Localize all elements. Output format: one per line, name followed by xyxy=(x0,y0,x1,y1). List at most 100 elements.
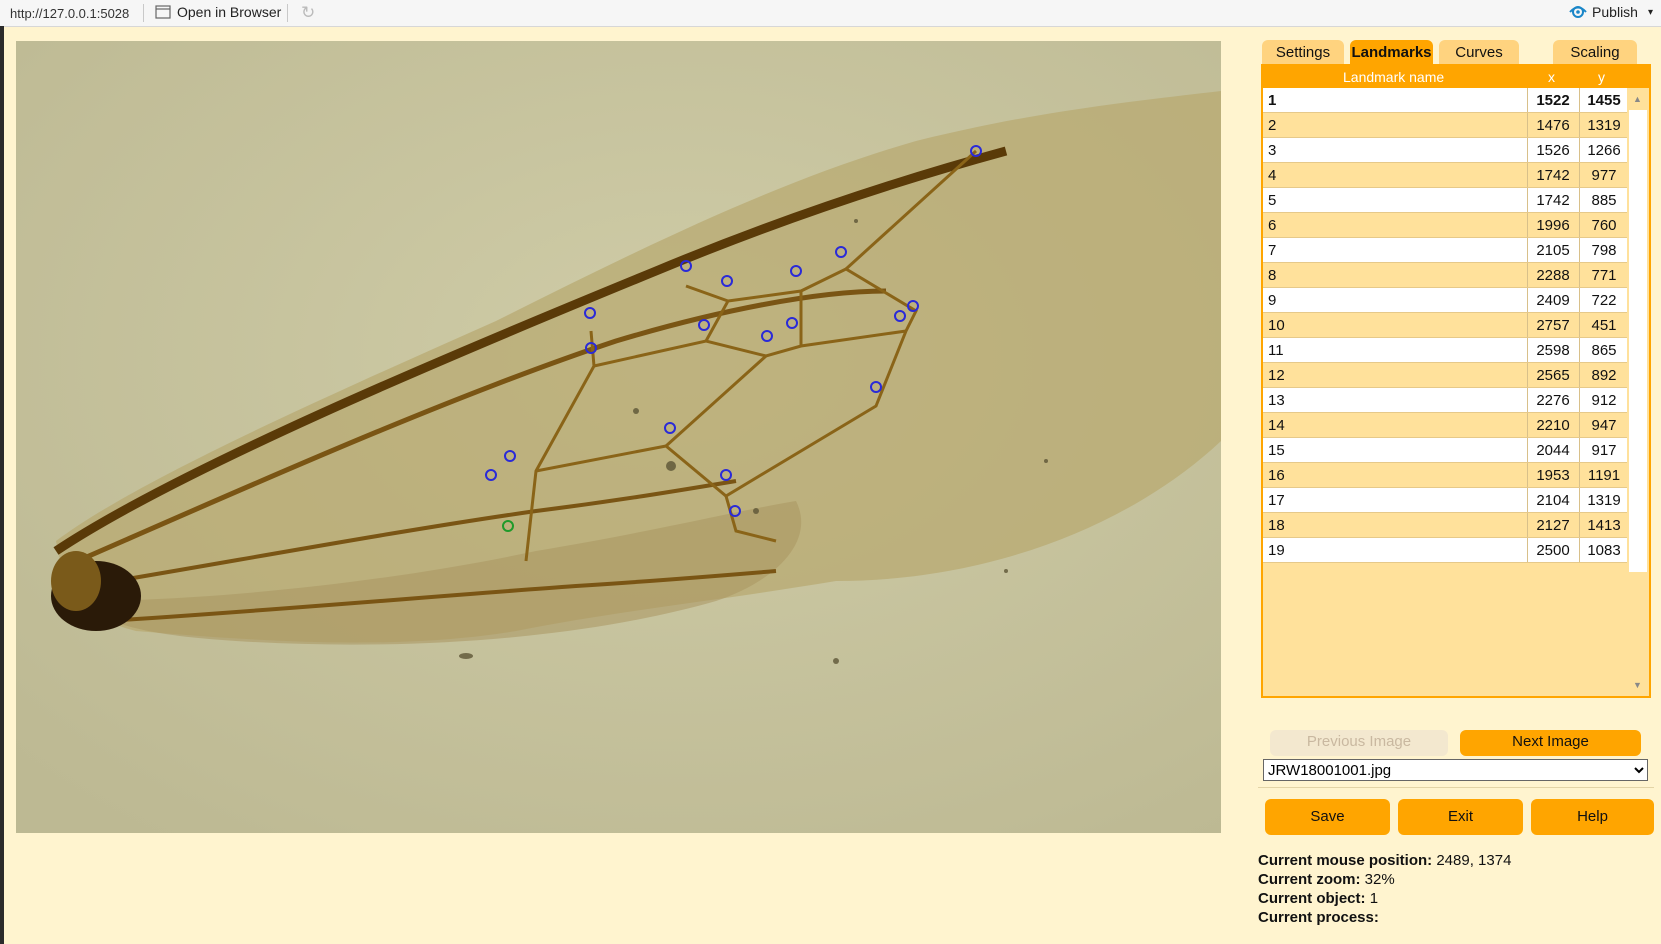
landmark-x-cell[interactable]: 2210 xyxy=(1532,417,1574,434)
tab-settings[interactable]: Settings xyxy=(1262,40,1344,64)
landmark-x-cell[interactable]: 1996 xyxy=(1532,217,1574,234)
landmark-x-cell[interactable]: 2276 xyxy=(1532,392,1574,409)
table-row[interactable]: 1 1522 1455 xyxy=(1263,88,1627,113)
landmark-name-cell[interactable]: 15 xyxy=(1268,442,1285,459)
landmark-name-cell[interactable]: 7 xyxy=(1268,242,1276,259)
image-canvas[interactable] xyxy=(16,41,1221,833)
landmark-y-cell[interactable]: 1083 xyxy=(1581,542,1627,559)
landmark-name-cell[interactable]: 4 xyxy=(1268,167,1276,184)
scroll-down-icon[interactable]: ▼ xyxy=(1633,680,1642,690)
table-row[interactable]: 11 2598 865 xyxy=(1263,338,1627,363)
table-row[interactable]: 13 2276 912 xyxy=(1263,388,1627,413)
image-file-select[interactable]: JRW18001001.jpg xyxy=(1263,759,1648,781)
wing-image[interactable] xyxy=(16,41,1221,833)
landmark-name-cell[interactable]: 11 xyxy=(1268,342,1284,359)
table-row[interactable]: 2 1476 1319 xyxy=(1263,113,1627,138)
landmark-x-cell[interactable]: 1742 xyxy=(1532,192,1574,209)
landmark-y-cell[interactable]: 865 xyxy=(1581,342,1627,359)
landmark-name-cell[interactable]: 9 xyxy=(1268,292,1276,309)
landmark-name-cell[interactable]: 10 xyxy=(1268,317,1285,334)
landmark-y-cell[interactable]: 947 xyxy=(1581,417,1627,434)
landmark-name-cell[interactable]: 3 xyxy=(1268,142,1276,159)
table-row[interactable]: 6 1996 760 xyxy=(1263,213,1627,238)
table-row[interactable]: 18 2127 1413 xyxy=(1263,513,1627,538)
landmark-y-cell[interactable]: 917 xyxy=(1581,442,1627,459)
landmark-name-cell[interactable]: 13 xyxy=(1268,392,1285,409)
landmark-x-cell[interactable]: 1476 xyxy=(1532,117,1574,134)
refresh-icon[interactable]: ↻ xyxy=(301,3,315,23)
exit-button[interactable]: Exit xyxy=(1398,799,1523,835)
table-row[interactable]: 15 2044 917 xyxy=(1263,438,1627,463)
landmark-name-cell[interactable]: 16 xyxy=(1268,467,1285,484)
landmark-name-cell[interactable]: 14 xyxy=(1268,417,1285,434)
landmark-y-cell[interactable]: 798 xyxy=(1581,242,1627,259)
landmark-y-cell[interactable]: 1319 xyxy=(1581,117,1627,134)
table-row[interactable]: 17 2104 1319 xyxy=(1263,488,1627,513)
landmark-x-cell[interactable]: 1526 xyxy=(1532,142,1574,159)
landmark-y-cell[interactable]: 1191 xyxy=(1581,467,1627,484)
table-row[interactable]: 8 2288 771 xyxy=(1263,263,1627,288)
cell-divider xyxy=(1527,88,1528,112)
landmark-y-cell[interactable]: 1455 xyxy=(1581,92,1627,109)
landmark-name-cell[interactable]: 17 xyxy=(1268,492,1285,509)
open-in-browser-button[interactable]: Open in Browser xyxy=(155,4,281,20)
landmark-x-cell[interactable]: 2598 xyxy=(1532,342,1574,359)
landmark-x-cell[interactable]: 1953 xyxy=(1532,467,1574,484)
landmark-name-cell[interactable]: 8 xyxy=(1268,267,1276,284)
cell-divider xyxy=(1527,413,1528,437)
landmark-x-cell[interactable]: 2409 xyxy=(1532,292,1574,309)
table-row[interactable]: 16 1953 1191 xyxy=(1263,463,1627,488)
tab-curves[interactable]: Curves xyxy=(1439,40,1519,64)
landmark-x-cell[interactable]: 2565 xyxy=(1532,367,1574,384)
table-row[interactable]: 3 1526 1266 xyxy=(1263,138,1627,163)
help-button[interactable]: Help xyxy=(1531,799,1654,835)
tab-scaling[interactable]: Scaling xyxy=(1553,40,1637,64)
landmark-y-cell[interactable]: 722 xyxy=(1581,292,1627,309)
landmark-name-cell[interactable]: 2 xyxy=(1268,117,1276,134)
landmark-y-cell[interactable]: 1266 xyxy=(1581,142,1627,159)
scroll-thumb[interactable] xyxy=(1629,110,1647,572)
landmark-y-cell[interactable]: 885 xyxy=(1581,192,1627,209)
landmark-y-cell[interactable]: 1319 xyxy=(1581,492,1627,509)
landmark-x-cell[interactable]: 1742 xyxy=(1532,167,1574,184)
table-scrollbar[interactable]: ▲ ▼ xyxy=(1627,88,1649,696)
landmark-x-cell[interactable]: 1522 xyxy=(1532,92,1574,109)
landmark-x-cell[interactable]: 2105 xyxy=(1532,242,1574,259)
scroll-up-icon[interactable]: ▲ xyxy=(1633,94,1642,104)
landmark-x-cell[interactable]: 2127 xyxy=(1532,517,1574,534)
column-header-x: x xyxy=(1548,69,1555,85)
landmark-name-cell[interactable]: 19 xyxy=(1268,542,1285,559)
landmark-name-cell[interactable]: 6 xyxy=(1268,217,1276,234)
landmark-name-cell[interactable]: 12 xyxy=(1268,367,1285,384)
landmark-y-cell[interactable]: 771 xyxy=(1581,267,1627,284)
publish-button[interactable]: Publish ▾ xyxy=(1568,4,1653,20)
tab-landmarks[interactable]: Landmarks xyxy=(1350,40,1433,64)
table-row[interactable]: 7 2105 798 xyxy=(1263,238,1627,263)
landmark-table[interactable]: Landmark name x y 1 1522 1455 2 1476 1319 3 152… xyxy=(1261,64,1651,698)
landmark-x-cell[interactable]: 2500 xyxy=(1532,542,1574,559)
landmark-name-cell[interactable]: 1 xyxy=(1268,92,1276,109)
table-row[interactable]: 9 2409 722 xyxy=(1263,288,1627,313)
chevron-down-icon[interactable]: ▾ xyxy=(1648,7,1653,18)
landmark-y-cell[interactable]: 760 xyxy=(1581,217,1627,234)
landmark-y-cell[interactable]: 1413 xyxy=(1581,517,1627,534)
table-row[interactable]: 5 1742 885 xyxy=(1263,188,1627,213)
table-row[interactable]: 4 1742 977 xyxy=(1263,163,1627,188)
table-row[interactable]: 14 2210 947 xyxy=(1263,413,1627,438)
next-image-button[interactable]: Next Image xyxy=(1460,730,1641,756)
landmark-x-cell[interactable]: 2288 xyxy=(1532,267,1574,284)
landmark-y-cell[interactable]: 977 xyxy=(1581,167,1627,184)
landmark-x-cell[interactable]: 2044 xyxy=(1532,442,1574,459)
landmark-y-cell[interactable]: 892 xyxy=(1581,367,1627,384)
table-row[interactable]: 12 2565 892 xyxy=(1263,363,1627,388)
landmark-name-cell[interactable]: 18 xyxy=(1268,517,1285,534)
landmark-y-cell[interactable]: 451 xyxy=(1581,317,1627,334)
save-button[interactable]: Save xyxy=(1265,799,1390,835)
previous-image-button[interactable]: Previous Image xyxy=(1270,730,1448,756)
table-row[interactable]: 19 2500 1083 xyxy=(1263,538,1627,563)
landmark-y-cell[interactable]: 912 xyxy=(1581,392,1627,409)
landmark-name-cell[interactable]: 5 xyxy=(1268,192,1276,209)
landmark-x-cell[interactable]: 2757 xyxy=(1532,317,1574,334)
landmark-x-cell[interactable]: 2104 xyxy=(1532,492,1574,509)
table-row[interactable]: 10 2757 451 xyxy=(1263,313,1627,338)
